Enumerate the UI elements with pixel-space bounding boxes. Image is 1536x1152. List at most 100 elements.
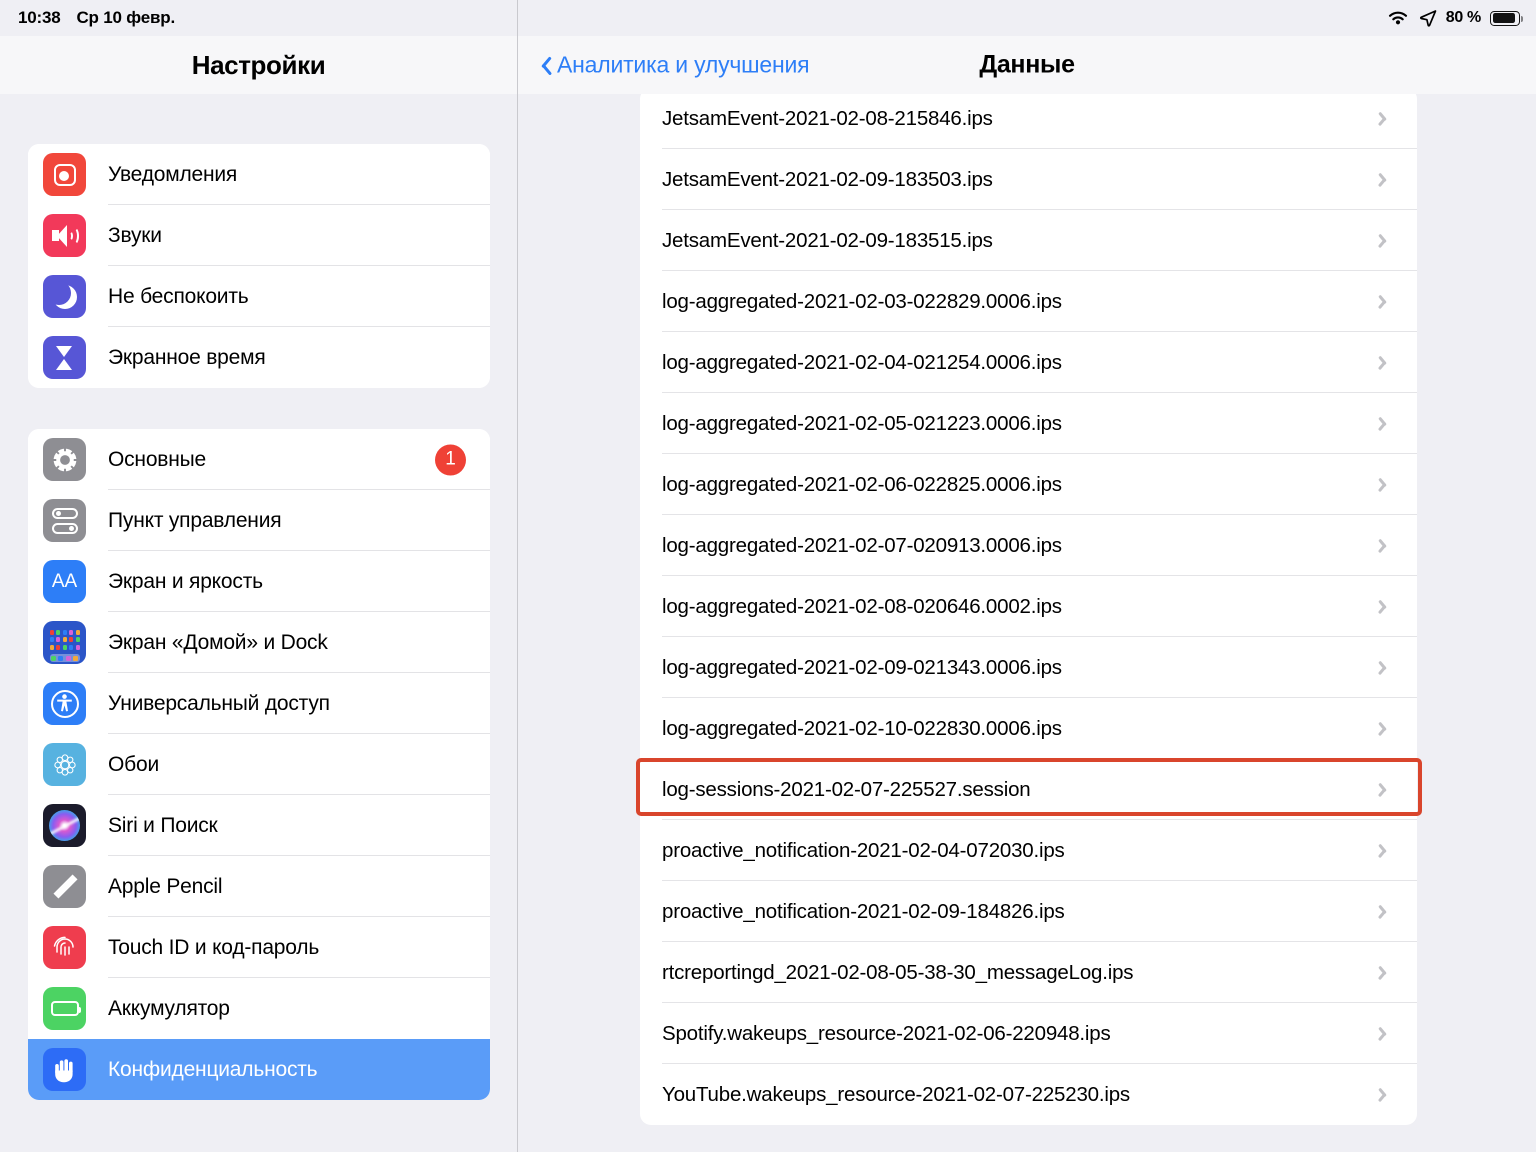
file-name: JetsamEvent-2021-02-08-215846.ips [662, 106, 993, 130]
status-bar: 10:38 Ср 10 февр. 80 % [0, 0, 1536, 36]
page-title: Настройки [191, 49, 326, 80]
file-name: JetsamEvent-2021-02-09-183503.ips [662, 167, 993, 191]
file-name: JetsamEvent-2021-02-09-183515.ips [662, 228, 993, 252]
list-item[interactable]: Spotify.wakeups_resource-2021-02-06-2209… [640, 1003, 1417, 1064]
wallpaper-flower-icon [43, 743, 86, 786]
file-name: proactive_notification-2021-02-09-184826… [662, 899, 1065, 923]
sidebar-item-6[interactable]: Обои [28, 734, 490, 795]
list-item[interactable]: YouTube.wakeups_resource-2021-02-07-2252… [640, 1064, 1417, 1125]
gear-icon [43, 438, 86, 481]
accessibility-icon [43, 682, 86, 725]
file-name: log-aggregated-2021-02-05-021223.0006.ip… [662, 411, 1062, 435]
list-item[interactable]: log-aggregated-2021-02-10-022830.0006.ip… [640, 698, 1417, 759]
location-arrow-icon [1419, 9, 1437, 27]
sidebar-item-2[interactable]: Звуки [28, 205, 490, 266]
sidebar-item-2[interactable]: Пункт управления [28, 490, 490, 551]
list-item[interactable]: log-aggregated-2021-02-08-020646.0002.ip… [640, 576, 1417, 637]
sidebar-item-5[interactable]: Универсальный доступ [28, 673, 490, 734]
sidebar-item-label: Обои [108, 752, 159, 776]
sidebar-item-11[interactable]: Конфиденциальность [28, 1039, 490, 1100]
pane-divider [517, 0, 518, 1152]
detail-title: Данные [979, 50, 1075, 79]
file-name: YouTube.wakeups_resource-2021-02-07-2252… [662, 1082, 1130, 1106]
chevron-right-icon [1381, 1025, 1391, 1042]
sidebar-item-label: Не беспокоить [108, 284, 249, 308]
settings-sidebar-pane: Настройки Уведомления Звуки Не беспокоить Э… [0, 0, 517, 1152]
hourglass-icon [43, 336, 86, 379]
chevron-right-icon [1381, 781, 1391, 798]
status-bar-right: 80 % [1386, 9, 1524, 27]
sidebar-item-label: Пункт управления [108, 508, 282, 532]
file-name: log-aggregated-2021-02-04-021254.0006.ip… [662, 350, 1062, 374]
file-name: rtcreportingd_2021-02-08-05-38-30_messag… [662, 960, 1134, 984]
file-name: Spotify.wakeups_resource-2021-02-06-2209… [662, 1021, 1111, 1045]
list-item[interactable]: log-aggregated-2021-02-07-020913.0006.ip… [640, 515, 1417, 576]
analytics-file-list-scroll[interactable]: JetsamEvent-2021-02-08-215846.ips JetsamE… [518, 94, 1536, 1152]
chevron-right-icon [1381, 537, 1391, 554]
sidebar-navbar: Настройки [0, 36, 517, 94]
speaker-icon [43, 214, 86, 257]
sidebar-item-4[interactable]: Экранное время [28, 327, 490, 388]
file-name: log-aggregated-2021-02-07-020913.0006.ip… [662, 533, 1062, 557]
list-item[interactable]: JetsamEvent-2021-02-09-183503.ips [640, 149, 1417, 210]
chevron-right-icon [1381, 1086, 1391, 1103]
sidebar-item-label: Универсальный доступ [108, 691, 330, 715]
file-name: log-aggregated-2021-02-06-022825.0006.ip… [662, 472, 1062, 496]
sidebar-item-1[interactable]: Основные 1 [28, 429, 490, 490]
list-item[interactable]: log-aggregated-2021-02-09-021343.0006.ip… [640, 637, 1417, 698]
notifications-icon [43, 153, 86, 196]
chevron-right-icon [1381, 415, 1391, 432]
sidebar-item-8[interactable]: Apple Pencil [28, 856, 490, 917]
status-date: Ср 10 февр. [76, 8, 175, 27]
file-name: log-aggregated-2021-02-03-022829.0006.ip… [662, 289, 1062, 313]
file-name: log-aggregated-2021-02-08-020646.0002.ip… [662, 594, 1062, 618]
chevron-right-icon [1381, 354, 1391, 371]
sidebar-item-label: Экран «Домой» и Dock [108, 630, 328, 654]
sidebar-item-label: Экран и яркость [108, 569, 263, 593]
list-item[interactable]: log-aggregated-2021-02-06-022825.0006.ip… [640, 454, 1417, 515]
sidebar-item-4[interactable]: Экран «Домой» и Dock [28, 612, 490, 673]
analytics-data-pane: Аналитика и улучшения Данные JetsamEvent… [518, 0, 1536, 1152]
hand-privacy-icon [43, 1048, 86, 1091]
sidebar-item-3[interactable]: AA Экран и яркость [28, 551, 490, 612]
list-item[interactable]: rtcreportingd_2021-02-08-05-38-30_messag… [640, 942, 1417, 1003]
list-item[interactable]: proactive_notification-2021-02-09-184826… [640, 881, 1417, 942]
file-name: log-aggregated-2021-02-09-021343.0006.ip… [662, 655, 1062, 679]
status-badge: 1 [435, 444, 466, 475]
file-name: log-aggregated-2021-02-10-022830.0006.ip… [662, 716, 1062, 740]
chevron-right-icon [1381, 232, 1391, 249]
battery-icon [1490, 10, 1524, 26]
list-item[interactable]: JetsamEvent-2021-02-08-215846.ips [640, 94, 1417, 149]
sidebar-scroll-area[interactable]: Уведомления Звуки Не беспокоить Экранное вр… [0, 94, 517, 1152]
sidebar-group-2: Основные 1 Пункт управления AA Экран и яркос… [28, 429, 490, 1100]
sidebar-item-7[interactable]: Siri и Поиск [28, 795, 490, 856]
sidebar-item-label: Уведомления [108, 162, 238, 186]
list-item[interactable]: log-sessions-2021-02-07-225527.session [640, 759, 1417, 820]
list-item[interactable]: log-aggregated-2021-02-03-022829.0006.ip… [640, 271, 1417, 332]
pencil-icon [43, 865, 86, 908]
sidebar-item-1[interactable]: Уведомления [28, 144, 490, 205]
chevron-right-icon [1381, 659, 1391, 676]
status-bar-left: 10:38 Ср 10 февр. [18, 8, 175, 28]
siri-icon [43, 804, 86, 847]
list-item[interactable]: proactive_notification-2021-02-04-072030… [640, 820, 1417, 881]
battery-percent: 80 % [1445, 9, 1482, 26]
touch-id-icon [43, 926, 86, 969]
chevron-right-icon [1381, 476, 1391, 493]
list-item[interactable]: log-aggregated-2021-02-05-021223.0006.ip… [640, 393, 1417, 454]
list-item[interactable]: log-aggregated-2021-02-04-021254.0006.ip… [640, 332, 1417, 393]
moon-icon [43, 275, 86, 318]
sidebar-item-10[interactable]: Аккумулятор [28, 978, 490, 1039]
list-item[interactable]: JetsamEvent-2021-02-09-183515.ips [640, 210, 1417, 271]
sidebar-item-9[interactable]: Touch ID и код-пароль [28, 917, 490, 978]
chevron-right-icon [1381, 171, 1391, 188]
wifi-icon [1386, 9, 1410, 27]
sidebar-item-label: Экранное время [108, 345, 266, 369]
sidebar-item-label: Основные [108, 447, 207, 471]
chevron-right-icon [1381, 598, 1391, 615]
detail-navbar: Аналитика и улучшения Данные [518, 36, 1536, 94]
sidebar-item-label: Звуки [108, 223, 162, 247]
sidebar-item-3[interactable]: Не беспокоить [28, 266, 490, 327]
sidebar-item-label: Конфиденциальность [108, 1057, 318, 1081]
sidebar-item-label: Touch ID и код-пароль [108, 935, 320, 959]
